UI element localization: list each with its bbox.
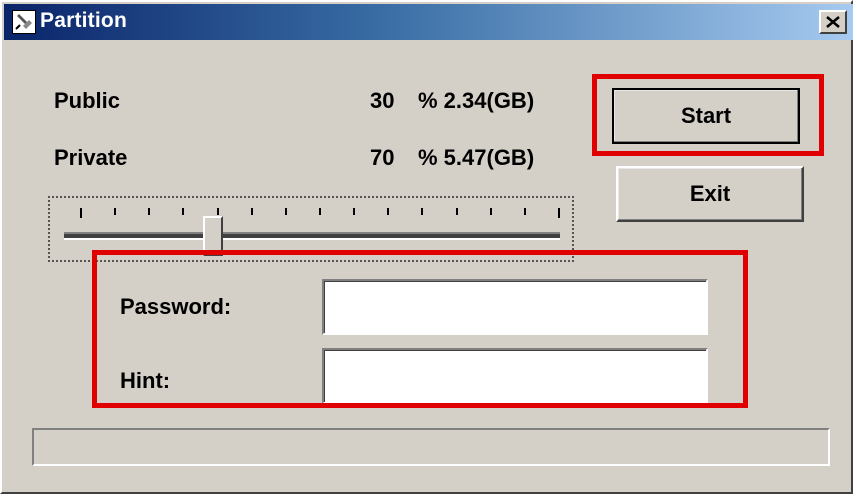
public-size: % 2.34(GB) [418, 88, 535, 113]
private-label: Private [54, 145, 128, 170]
private-percent: 70 [370, 145, 395, 170]
private-size: % 5.47(GB) [418, 145, 535, 170]
exit-button[interactable]: Exit [616, 166, 804, 222]
slider-tick [319, 208, 321, 215]
slider-tick [80, 208, 82, 218]
slider-tick [250, 208, 253, 215]
slider-tick [284, 208, 287, 215]
slider-tick [182, 208, 185, 215]
slider-tick [216, 208, 219, 215]
slider-tick [558, 208, 560, 218]
start-button-highlight [592, 74, 824, 156]
title-bar[interactable]: Partition [4, 4, 853, 40]
public-percent: 30 [370, 88, 395, 113]
slider-tick [523, 208, 526, 215]
password-fields-highlight [92, 250, 748, 408]
close-button[interactable] [819, 10, 847, 34]
slider-tick [353, 208, 356, 215]
close-icon [826, 16, 840, 28]
slider-tick [455, 208, 458, 215]
slider-tick [387, 208, 390, 215]
status-bar [32, 428, 830, 466]
slider-tick [114, 208, 117, 215]
window-title: Partition [40, 9, 127, 32]
partition-tool-icon [12, 10, 36, 34]
public-label: Public [54, 88, 121, 113]
slider-tick [421, 208, 424, 215]
slider-tick [148, 208, 151, 215]
slider-track[interactable] [64, 232, 560, 240]
slider-tick [489, 208, 492, 215]
